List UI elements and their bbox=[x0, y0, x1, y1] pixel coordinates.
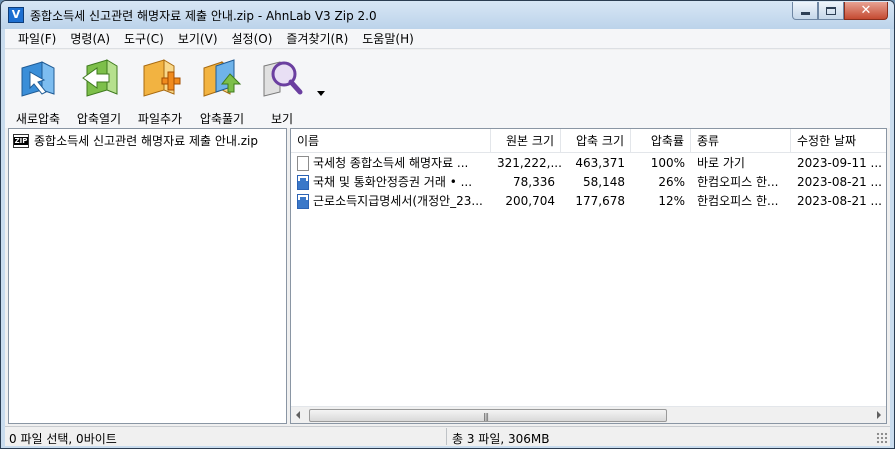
row-modified: 2023-08-21 ... bbox=[797, 194, 882, 208]
maximize-button[interactable] bbox=[818, 2, 844, 20]
column-header-compressed-size[interactable]: 압축 크기 bbox=[561, 129, 631, 153]
view-dropdown-arrow[interactable] bbox=[317, 91, 325, 96]
column-header-ratio[interactable]: 압축률 bbox=[631, 129, 691, 153]
row-compressed-size: 177,678 bbox=[575, 194, 625, 208]
status-selection: 0 파일 선택, 0바이트 bbox=[9, 432, 117, 446]
new-archive-icon bbox=[16, 56, 60, 100]
column-header-original-size[interactable]: 원본 크기 bbox=[491, 129, 561, 153]
menu-view[interactable]: 보기(V) bbox=[171, 30, 225, 48]
menu-favorites[interactable]: 즐겨찾기(R) bbox=[279, 30, 355, 48]
magnifier-icon bbox=[260, 56, 304, 100]
status-bar: 0 파일 선택, 0바이트 총 3 파일, 306MB bbox=[5, 426, 890, 446]
add-files-button[interactable]: 파일추가 bbox=[129, 54, 191, 127]
horizontal-scrollbar[interactable]: ||| bbox=[291, 406, 886, 423]
row-type: 한컴오피스 한... bbox=[697, 194, 779, 208]
new-archive-button[interactable]: 새로압축 bbox=[7, 54, 69, 127]
status-divider bbox=[446, 428, 447, 445]
row-modified: 2023-09-11 ... bbox=[797, 156, 882, 170]
maximize-icon bbox=[826, 6, 836, 15]
table-row[interactable]: 국세청 종합소득세 해명자료 ... 321,222,... 463,371 1… bbox=[291, 154, 886, 173]
list-header: 이름 원본 크기 압축 크기 압축률 종류 수정한 날짜 bbox=[291, 129, 886, 153]
tree-root-label: 종합소득세 신고관련 해명자료 제출 안내.zip bbox=[34, 134, 259, 148]
status-total: 총 3 파일, 306MB bbox=[452, 432, 550, 446]
open-archive-icon bbox=[77, 56, 121, 100]
row-ratio: 26% bbox=[658, 175, 685, 189]
row-compressed-size: 58,148 bbox=[583, 175, 625, 189]
scroll-left-arrow-icon[interactable] bbox=[296, 411, 300, 419]
row-ratio: 100% bbox=[650, 156, 685, 170]
close-button[interactable]: ✕ bbox=[844, 2, 888, 20]
app-window: V 종합소득세 신고관련 해명자료 제출 안내.zip - AhnLab V3 … bbox=[0, 0, 895, 449]
app-icon[interactable]: V bbox=[8, 7, 24, 23]
scroll-right-arrow-icon[interactable] bbox=[877, 411, 881, 419]
minimize-button[interactable] bbox=[792, 2, 818, 20]
menu-file[interactable]: 파일(F) bbox=[11, 30, 63, 48]
open-archive-button[interactable]: 압축열기 bbox=[68, 54, 130, 127]
window-title: 종합소득세 신고관련 해명자료 제출 안내.zip - AhnLab V3 Zi… bbox=[30, 9, 377, 23]
column-header-type[interactable]: 종류 bbox=[691, 129, 791, 153]
extract-button[interactable]: 압축풀기 bbox=[191, 54, 253, 127]
menu-command[interactable]: 명령(A) bbox=[63, 30, 117, 48]
client-area: 파일(F) 명령(A) 도구(C) 보기(V) 설정(O) 즐겨찾기(R) 도움… bbox=[5, 29, 890, 446]
extract-label: 압축풀기 bbox=[199, 112, 245, 126]
tree-root-item[interactable]: 종합소득세 신고관련 해명자료 제출 안내.zip bbox=[13, 132, 258, 149]
row-name: 국채 및 통화안정증권 거래 • ... bbox=[313, 175, 473, 189]
title-bar[interactable]: V 종합소득세 신고관련 해명자료 제출 안내.zip - AhnLab V3 … bbox=[1, 1, 894, 29]
row-compressed-size: 463,371 bbox=[575, 156, 625, 170]
add-files-label: 파일추가 bbox=[137, 112, 183, 126]
menu-bar: 파일(F) 명령(A) 도구(C) 보기(V) 설정(O) 즐겨찾기(R) 도움… bbox=[5, 29, 890, 49]
column-header-name[interactable]: 이름 bbox=[291, 129, 491, 153]
row-modified: 2023-08-21 ... bbox=[797, 175, 882, 189]
add-files-icon bbox=[138, 56, 182, 100]
column-header-modified[interactable]: 수정한 날짜 bbox=[791, 129, 886, 153]
row-name: 근로소득지급명세서(개정안_23... bbox=[313, 194, 483, 208]
menu-tools[interactable]: 도구(C) bbox=[117, 30, 171, 48]
scrollbar-thumb[interactable]: ||| bbox=[309, 409, 667, 422]
resize-grip[interactable] bbox=[876, 432, 888, 444]
view-button[interactable]: 보기 bbox=[251, 54, 313, 127]
row-original-size: 200,704 bbox=[505, 194, 555, 208]
row-type: 바로 가기 bbox=[697, 156, 745, 170]
scrollbar-grip: ||| bbox=[483, 412, 489, 421]
table-row[interactable]: 국채 및 통화안정증권 거래 • ... 78,336 58,148 26% 한… bbox=[291, 173, 886, 192]
view-label: 보기 bbox=[270, 112, 294, 126]
row-original-size: 321,222,... bbox=[497, 156, 561, 170]
caption-buttons: ✕ bbox=[792, 2, 888, 21]
table-row[interactable]: 근로소득지급명세서(개정안_23... 200,704 177,678 12% … bbox=[291, 192, 886, 211]
row-name: 국세청 종합소득세 해명자료 ... bbox=[313, 156, 469, 170]
menu-help[interactable]: 도움말(H) bbox=[355, 30, 421, 48]
zip-archive-icon bbox=[13, 133, 29, 148]
row-type: 한컴오피스 한... bbox=[697, 175, 779, 189]
toolbar: 새로압축 압축열기 파일추가 압축풀기 보기 bbox=[5, 50, 890, 128]
minimize-icon bbox=[800, 12, 810, 15]
new-archive-label: 새로압축 bbox=[15, 112, 61, 126]
extract-icon bbox=[200, 56, 244, 100]
menu-settings[interactable]: 설정(O) bbox=[225, 30, 280, 48]
open-archive-label: 압축열기 bbox=[76, 112, 122, 126]
row-original-size: 78,336 bbox=[513, 175, 555, 189]
close-icon: ✕ bbox=[860, 3, 872, 18]
file-list[interactable]: 이름 원본 크기 압축 크기 압축률 종류 수정한 날짜 국세청 종합소득세 해… bbox=[290, 128, 887, 424]
row-ratio: 12% bbox=[658, 194, 685, 208]
folder-tree[interactable]: 종합소득세 신고관련 해명자료 제출 안내.zip bbox=[8, 128, 287, 424]
